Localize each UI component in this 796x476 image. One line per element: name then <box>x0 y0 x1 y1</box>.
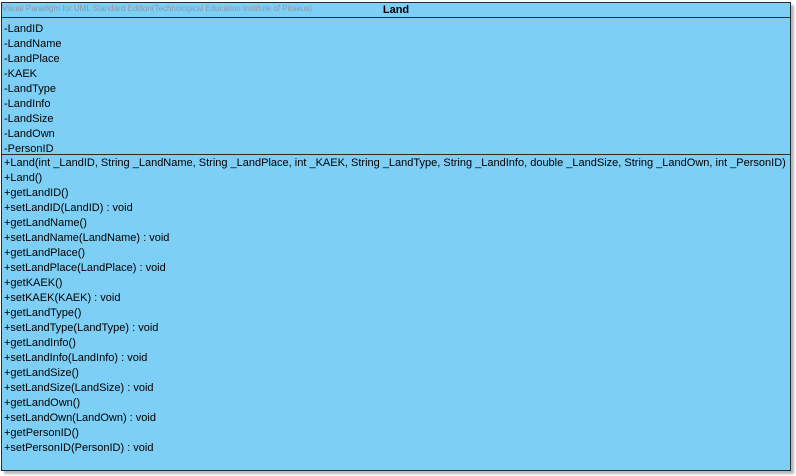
operation-item: +getLandInfo() <box>4 337 76 349</box>
class-name: Land <box>382 4 410 16</box>
attribute-item: -KAEK <box>4 68 38 80</box>
operation-item: +setLandSize(LandSize) : void <box>4 382 154 394</box>
operation-item: +getLandOwn() <box>4 397 81 409</box>
operation-item: +getKAEK() <box>4 277 63 289</box>
operation-item: +setLandName(LandName) : void <box>4 232 170 244</box>
operation-item: +getLandSize() <box>4 367 79 379</box>
operation-item: +setKAEK(KAEK) : void <box>4 292 121 304</box>
attribute-item: -LandType <box>4 83 56 95</box>
operation-item: +setLandInfo(LandInfo) : void <box>4 352 148 364</box>
operation-item: +getLandType() <box>4 307 82 319</box>
attributes-compartment: -LandID -LandName -LandPlace -KAEK -LandType… <box>2 18 790 155</box>
operation-item: +getLandID() <box>4 187 69 199</box>
operations-compartment: +Land(int _LandID, String _LandName, Str… <box>2 155 790 458</box>
attribute-item: -LandInfo <box>4 98 51 110</box>
attribute-item: -LandID <box>4 23 44 35</box>
operation-item: +getLandPlace() <box>4 247 86 259</box>
operation-item: +getPersonID() <box>4 427 79 439</box>
attribute-item: -LandOwn <box>4 128 55 140</box>
attribute-item: -LandSize <box>4 113 54 125</box>
operation-item: +setLandType(LandType) : void <box>4 322 159 334</box>
operation-item: +setLandOwn(LandOwn) : void <box>4 412 156 424</box>
class-header: Visual Paradigm for UML Standard Edition… <box>2 3 790 18</box>
operation-item: +getLandName() <box>4 217 87 229</box>
operation-item: +Land() <box>4 172 43 184</box>
attribute-item: -LandName <box>4 38 62 50</box>
attribute-item: -LandPlace <box>4 53 60 65</box>
operation-item: +setLandID(LandID) : void <box>4 202 133 214</box>
operation-item: +Land(int _LandID, String _LandName, Str… <box>4 157 786 169</box>
operation-item: +setLandPlace(LandPlace) : void <box>4 262 166 274</box>
operation-item: +setPersonID(PersonID) : void <box>4 442 154 454</box>
uml-class-land[interactable]: Visual Paradigm for UML Standard Edition… <box>1 2 791 471</box>
